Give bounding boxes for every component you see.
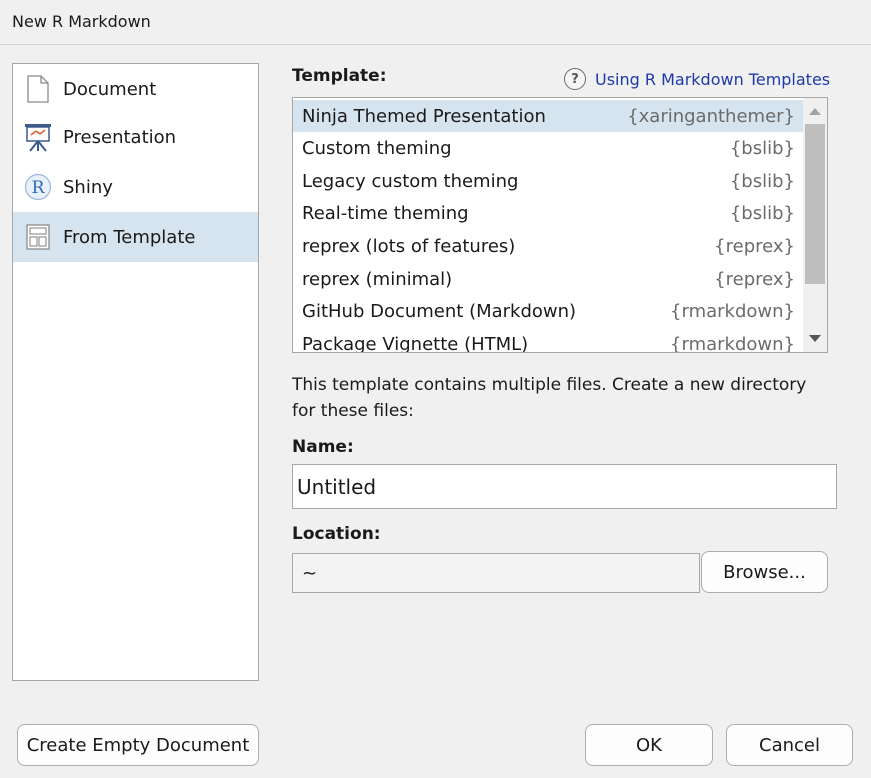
template-row[interactable]: Ninja Themed Presentation {xaringantheme… xyxy=(293,100,803,132)
template-row[interactable]: GitHub Document (Markdown) {rmarkdown} xyxy=(293,295,803,327)
template-row[interactable]: Legacy custom theming {bslib} xyxy=(293,165,803,197)
create-empty-document-button[interactable]: Create Empty Document xyxy=(17,724,259,766)
help-question-icon: ? xyxy=(564,68,586,90)
template-label: Template: xyxy=(292,66,387,86)
template-name: Custom theming xyxy=(302,138,452,159)
type-item-document[interactable]: Document xyxy=(13,64,258,114)
template-description: This template contains multiple files. C… xyxy=(292,375,807,421)
help-link-text: Using R Markdown Templates xyxy=(595,69,831,89)
template-name: Real-time theming xyxy=(302,203,469,224)
template-row[interactable]: reprex (lots of features) {reprex} xyxy=(293,230,803,262)
template-name: Ninja Themed Presentation xyxy=(302,106,546,127)
template-package: {reprex} xyxy=(714,269,795,290)
template-row[interactable]: Real-time theming {bslib} xyxy=(293,197,803,229)
type-item-from-template[interactable]: From Template xyxy=(13,212,258,262)
name-input[interactable] xyxy=(292,464,837,509)
type-item-shiny[interactable]: R Shiny xyxy=(13,162,258,212)
template-package: {xaringanthemer} xyxy=(627,106,795,127)
type-item-label: Document xyxy=(63,78,157,100)
type-item-presentation[interactable]: Presentation xyxy=(13,112,258,162)
window-title: New R Markdown xyxy=(12,12,151,31)
template-package: {reprex} xyxy=(714,236,795,257)
cancel-button[interactable]: Cancel xyxy=(726,724,853,766)
template-list-scrollbar[interactable] xyxy=(803,98,827,352)
svg-text:R: R xyxy=(32,178,46,198)
template-name: Package Vignette (HTML) xyxy=(302,334,529,353)
ok-button[interactable]: OK xyxy=(585,724,713,766)
template-row[interactable]: Custom theming {bslib} xyxy=(293,132,803,164)
name-label: Name: xyxy=(292,437,354,457)
scrollbar-thumb[interactable] xyxy=(805,124,825,284)
scroll-down-arrow-icon[interactable] xyxy=(809,335,821,342)
template-list[interactable]: Ninja Themed Presentation {xaringantheme… xyxy=(292,97,828,353)
document-icon xyxy=(23,74,53,104)
type-item-label: From Template xyxy=(63,226,196,248)
location-label: Location: xyxy=(292,524,381,544)
presentation-easel-icon xyxy=(23,122,53,152)
browse-button[interactable]: Browse... xyxy=(701,551,828,593)
help-link[interactable]: ? Using R Markdown Templates xyxy=(564,67,830,91)
template-name: GitHub Document (Markdown) xyxy=(302,301,577,322)
type-item-label: Shiny xyxy=(63,176,113,198)
type-item-label: Presentation xyxy=(63,126,177,148)
template-package: {rmarkdown} xyxy=(670,334,795,353)
document-type-list: Document Presentation R Shiny From Templ… xyxy=(12,63,259,681)
template-name: reprex (minimal) xyxy=(302,269,453,290)
template-package: {bslib} xyxy=(729,171,795,192)
template-row[interactable]: reprex (minimal) {reprex} xyxy=(293,263,803,295)
template-package: {rmarkdown} xyxy=(670,301,795,322)
template-package: {bslib} xyxy=(729,138,795,159)
template-name: reprex (lots of features) xyxy=(302,236,516,257)
location-field[interactable]: ~ xyxy=(292,553,700,593)
scroll-up-arrow-icon[interactable] xyxy=(809,108,821,115)
title-bar: New R Markdown xyxy=(0,0,871,45)
template-grid-icon xyxy=(23,222,53,252)
shiny-r-icon: R xyxy=(23,172,53,202)
template-package: {bslib} xyxy=(729,203,795,224)
template-row[interactable]: Package Vignette (HTML) {rmarkdown} xyxy=(293,328,803,353)
template-name: Legacy custom theming xyxy=(302,171,519,192)
